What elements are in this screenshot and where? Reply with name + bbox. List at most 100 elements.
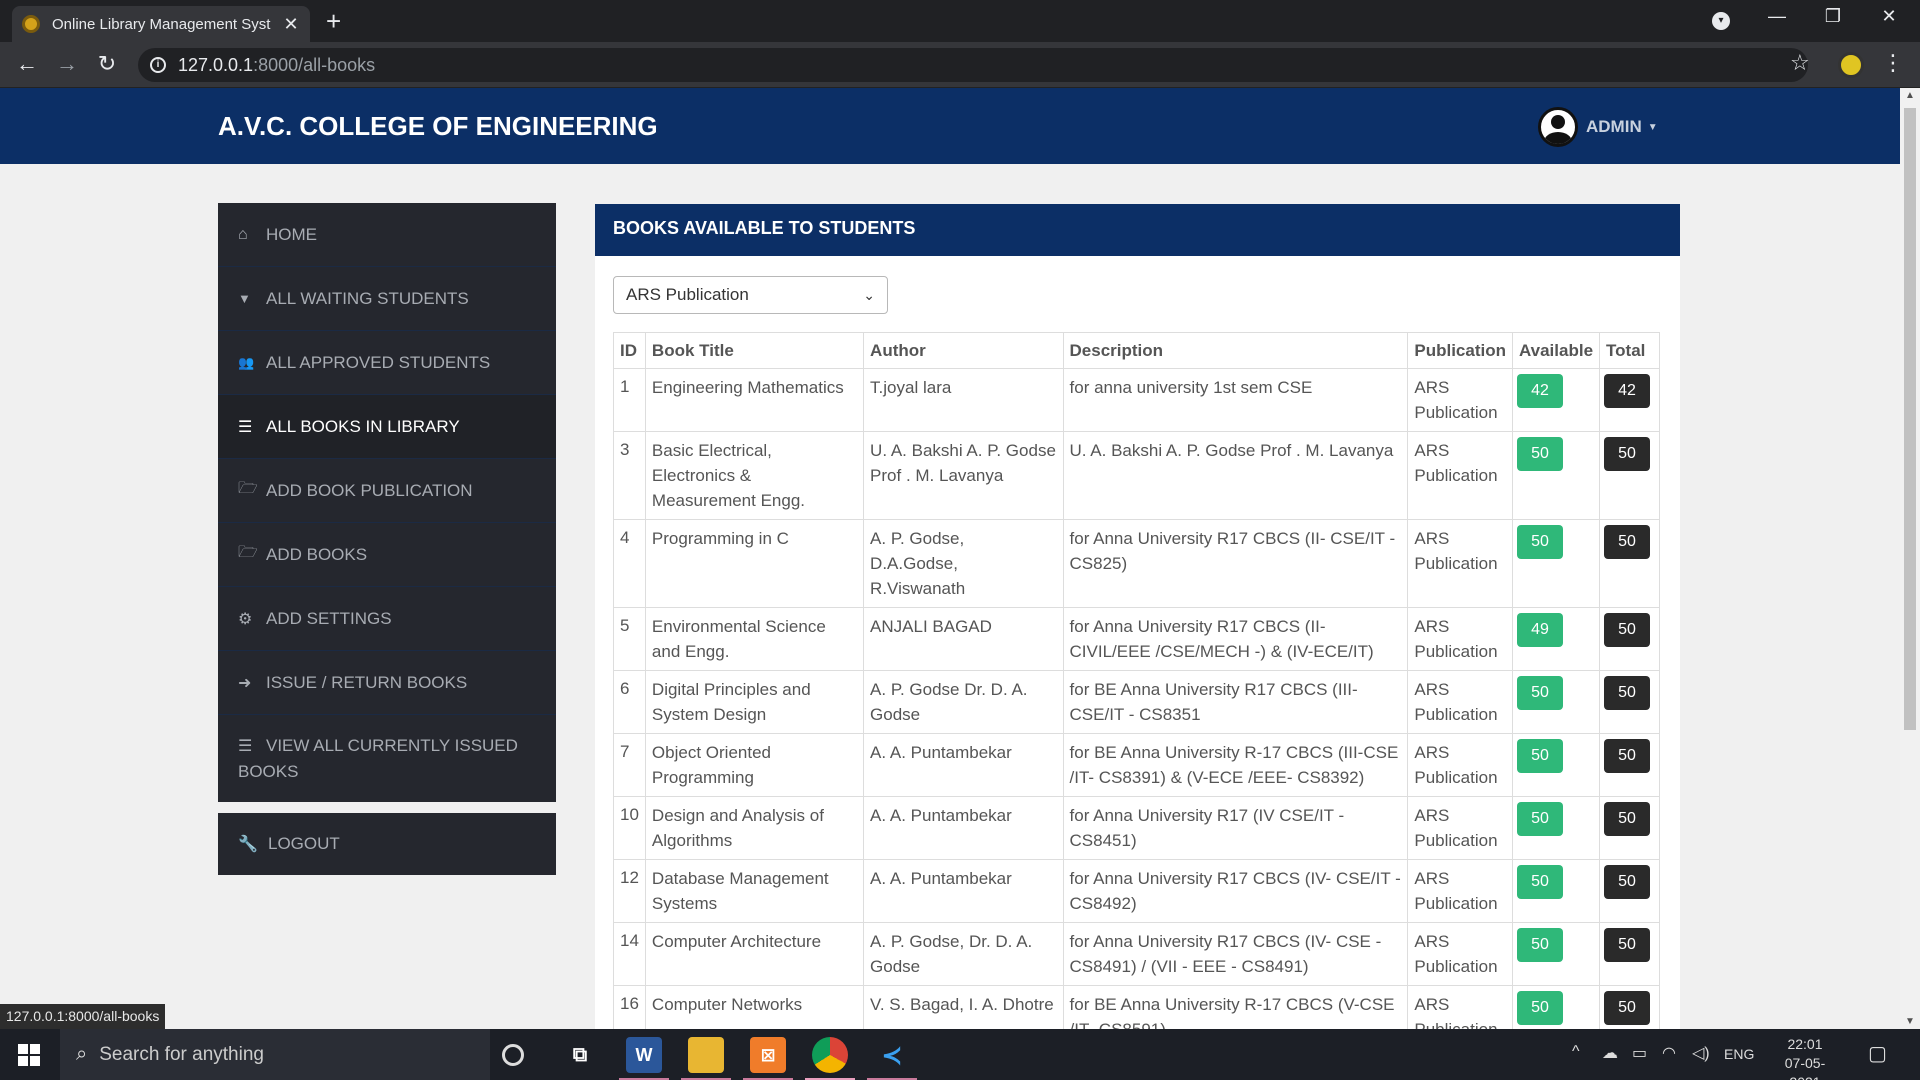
chrome-icon[interactable]: [812, 1037, 848, 1073]
cell-publication: ARS Publication: [1407, 431, 1513, 520]
column-header[interactable]: ID: [613, 332, 646, 369]
close-window-button[interactable]: ✕: [1874, 6, 1904, 27]
publication-select[interactable]: ARS Publication ⌄: [613, 276, 888, 314]
sidebar-item-add-settings[interactable]: ⚙ ADD SETTINGS: [218, 587, 556, 651]
new-tab-button[interactable]: +: [326, 6, 341, 36]
address-bar[interactable]: i 127.0.0.1:8000/all-books: [138, 48, 1808, 82]
cell-id: 4: [613, 519, 646, 608]
column-header[interactable]: Description: [1062, 332, 1409, 369]
table-row: 5 Environmental Science and Engg. ANJALI B…: [613, 607, 1660, 671]
browser-menu-icon[interactable]: ⋮: [1882, 50, 1904, 76]
file-explorer-icon[interactable]: [688, 1037, 724, 1073]
reload-button[interactable]: ↻: [92, 50, 122, 78]
available-badge: 50: [1517, 865, 1563, 899]
scroll-down-icon[interactable]: ▼: [1905, 1016, 1915, 1027]
taskbar-search[interactable]: ⌕ Search for anything: [60, 1029, 490, 1080]
logout-label: LOGOUT: [268, 834, 340, 853]
column-header[interactable]: Total: [1599, 332, 1660, 369]
cloud-icon[interactable]: ☁: [1602, 1043, 1618, 1063]
table-row: 14 Computer Architecture A. P. Godse, Dr. …: [613, 922, 1660, 986]
cell-description: for Anna University R17 (IV CSE/IT - CS8…: [1062, 796, 1409, 860]
cell-available: 49: [1511, 607, 1601, 671]
sidebar-item-add-books[interactable]: 🗁 ADD BOOKS: [218, 523, 556, 587]
minimize-button[interactable]: —: [1762, 6, 1792, 27]
word-icon[interactable]: W: [626, 1037, 662, 1073]
bookmark-star-icon[interactable]: ☆: [1790, 50, 1810, 76]
tab-close-icon[interactable]: ✕: [282, 14, 300, 35]
brand-title[interactable]: A.V.C. COLLEGE OF ENGINEERING: [218, 111, 658, 142]
total-badge: 50: [1604, 928, 1651, 962]
language-indicator[interactable]: ENG: [1724, 1046, 1754, 1062]
clock-date: 07-05-2021: [1784, 1055, 1826, 1080]
task-view-icon[interactable]: ⧉: [562, 1037, 598, 1073]
sidebar-item-approved-students[interactable]: 👥 ALL APPROVED STUDENTS: [218, 331, 556, 395]
browser-toolbar: ← → ↻ i 127.0.0.1:8000/all-books ☆ ⋮: [0, 42, 1920, 88]
tray-chevron-icon[interactable]: ^: [1572, 1043, 1580, 1061]
cell-title: Computer Architecture: [644, 922, 865, 986]
extension-icon[interactable]: [1838, 52, 1864, 78]
user-avatar-icon: [1538, 107, 1578, 147]
wifi-icon[interactable]: ◠: [1662, 1043, 1676, 1063]
sidebar-item-label: ADD BOOK PUBLICATION: [266, 481, 473, 500]
forward-button[interactable]: →: [52, 50, 82, 78]
cell-total: 50: [1599, 607, 1660, 671]
back-button[interactable]: ←: [12, 50, 42, 78]
cell-id: 10: [613, 796, 646, 860]
notifications-icon[interactable]: ▢: [1868, 1041, 1887, 1066]
cell-publication: ARS Publication: [1407, 922, 1513, 986]
sidebar-item-all-books[interactable]: ☰ ALL BOOKS IN LIBRARY: [218, 395, 556, 459]
vscode-icon[interactable]: ≺: [874, 1037, 910, 1073]
sidebar-item-add-publication[interactable]: 🗁 ADD BOOK PUBLICATION: [218, 459, 556, 523]
sidebar-item-waiting-students[interactable]: ▼ ALL WAITING STUDENTS: [218, 267, 556, 331]
cell-author: V. S. Bagad, I. A. Dhotre: [863, 985, 1064, 1029]
sidebar-item-issued-books[interactable]: ☰ VIEW ALL CURRENTLY ISSUED BOOKS: [218, 715, 556, 802]
cell-title: Digital Principles and System Design: [644, 670, 865, 734]
column-header[interactable]: Author: [863, 332, 1064, 369]
scrollbar-thumb[interactable]: [1904, 108, 1916, 730]
browser-tab[interactable]: Online Library Management Syst ✕: [12, 6, 310, 42]
browser-tabstrip: Online Library Management Syst ✕ + ▾ — ❐…: [0, 0, 1920, 42]
home-icon: ⌂: [238, 225, 248, 243]
available-badge: 42: [1517, 374, 1563, 408]
column-header[interactable]: Publication: [1407, 332, 1513, 369]
cell-id: 6: [613, 670, 646, 734]
cell-title: Database Management Systems: [644, 859, 865, 923]
table-header-row: ID Book Title Author Description Publica…: [613, 332, 1660, 369]
scroll-up-icon[interactable]: ▲: [1905, 90, 1915, 101]
battery-icon[interactable]: ▭: [1632, 1043, 1647, 1063]
sidebar-item-label: ALL APPROVED STUDENTS: [266, 353, 491, 372]
cell-description: for BE Anna University R17 CBCS (III-CSE…: [1062, 670, 1409, 734]
windows-start-icon[interactable]: [18, 1044, 40, 1066]
publication-select-value: ARS Publication: [626, 285, 749, 304]
total-badge: 50: [1604, 865, 1651, 899]
folder-open-icon: 🗁: [238, 480, 258, 497]
column-header[interactable]: Available: [1511, 332, 1601, 369]
caret-down-icon: ▼: [1647, 121, 1658, 133]
cell-publication: ARS Publication: [1407, 368, 1513, 432]
column-header[interactable]: Book Title: [644, 332, 865, 369]
cell-total: 50: [1599, 796, 1660, 860]
site-info-icon[interactable]: i: [150, 57, 166, 73]
taskbar-clock[interactable]: 22:01 07-05-2021: [1770, 1035, 1840, 1080]
sidebar-item-issue-return[interactable]: ➜ ISSUE / RETURN BOOKS: [218, 651, 556, 715]
sidebar-item-label: ☰ VIEW ALL CURRENTLY ISSUED BOOKS: [238, 736, 518, 781]
cell-available: 50: [1511, 670, 1601, 734]
logout-button[interactable]: 🔧 LOGOUT: [218, 813, 556, 875]
url-path: :8000/all-books: [253, 54, 376, 75]
cortana-icon[interactable]: [502, 1044, 524, 1066]
cell-publication: ARS Publication: [1407, 519, 1513, 608]
page-scrollbar[interactable]: ▲ ▼: [1900, 88, 1920, 1029]
site-favicon-icon: [22, 15, 40, 33]
xampp-icon[interactable]: ⊠: [750, 1037, 786, 1073]
volume-icon[interactable]: ◁): [1692, 1043, 1710, 1063]
windows-taskbar: ⌕ Search for anything ⧉ W ⊠ ≺ ^ ☁ ▭ ◠ ◁)…: [0, 1029, 1920, 1080]
cell-title: Computer Networks: [644, 985, 865, 1029]
sidebar-item-home[interactable]: ⌂ HOME: [218, 203, 556, 267]
admin-menu[interactable]: ADMIN ▼: [1538, 107, 1658, 147]
tab-search-icon[interactable]: ▾: [1712, 12, 1730, 30]
maximize-button[interactable]: ❐: [1818, 6, 1848, 27]
cell-description: for Anna University R17 CBCS (IV- CSE/IT…: [1062, 859, 1409, 923]
sidebar-item-label: HOME: [266, 225, 317, 244]
cell-publication: ARS Publication: [1407, 985, 1513, 1029]
search-icon: ⌕: [76, 1043, 88, 1065]
